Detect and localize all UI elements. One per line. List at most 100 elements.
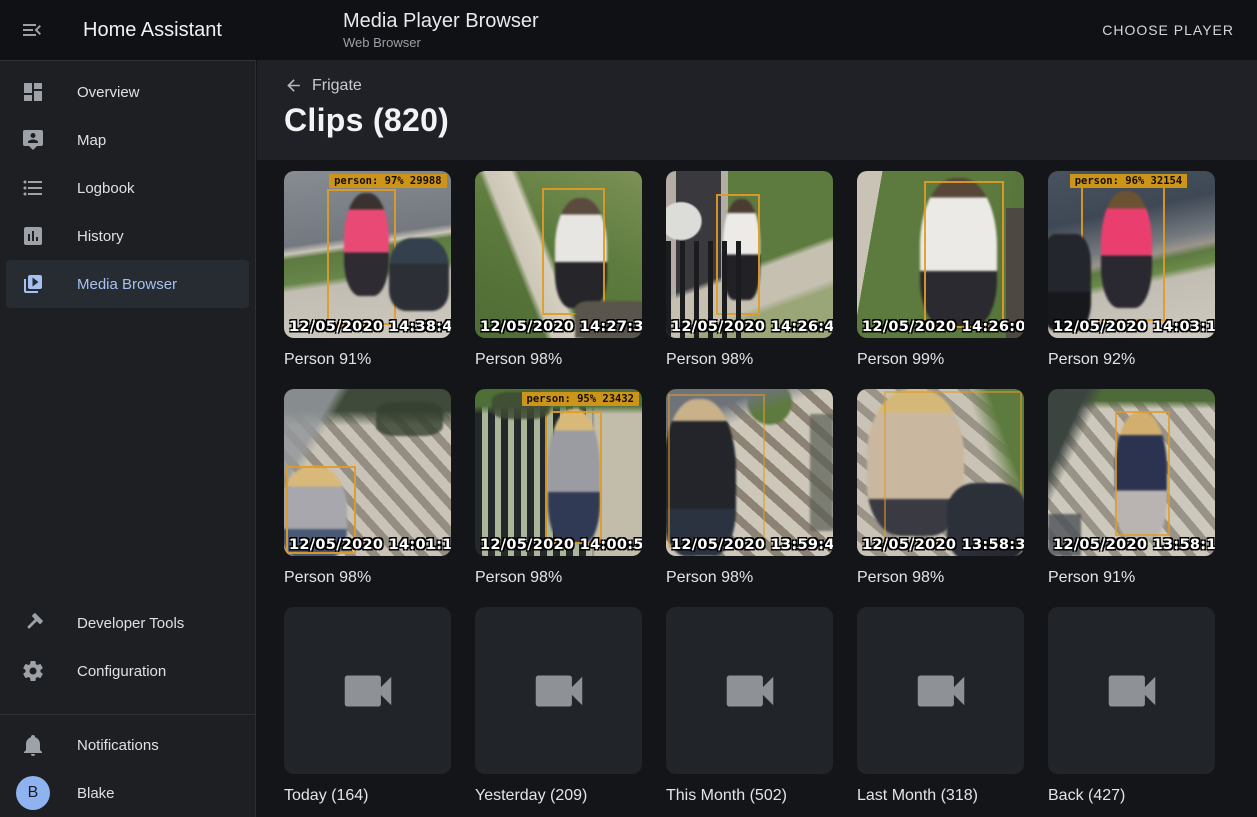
detection-box bbox=[1115, 411, 1170, 536]
avatar: B bbox=[16, 776, 50, 810]
content-header: Frigate Clips (820) bbox=[257, 60, 1257, 160]
section-title: Clips (820) bbox=[284, 102, 1257, 139]
clip-thumbnail[interactable]: 12/05/2020 13:58:17 bbox=[1048, 389, 1215, 556]
map-person-icon bbox=[21, 128, 45, 152]
timestamp-overlay: 12/05/2020 14:38:47 bbox=[289, 319, 451, 335]
folder-caption: This Month (502) bbox=[666, 787, 833, 805]
clip-thumbnail[interactable]: 12/05/2020 14:01:14 bbox=[284, 389, 451, 556]
clip-thumbnail[interactable]: person: 97% 29988 12/05/2020 14:38:47 bbox=[284, 171, 451, 338]
clip-card[interactable]: 12/05/2020 13:58:30 Person 98% bbox=[857, 389, 1024, 587]
clip-thumbnail[interactable]: person: 95% 23432 12/05/2020 14:00:52 bbox=[475, 389, 642, 556]
sidebar-item-label: Logbook bbox=[77, 180, 135, 197]
clip-caption: Person 98% bbox=[666, 351, 833, 369]
detection-label: person: 96% 32154 bbox=[1070, 174, 1187, 188]
clip-card[interactable]: person: 97% 29988 12/05/2020 14:38:47 Pe… bbox=[284, 171, 451, 369]
folder-card-this-month[interactable]: This Month (502) bbox=[666, 607, 833, 805]
app-bar-left: Home Assistant bbox=[0, 0, 256, 60]
profile-name: Blake bbox=[77, 785, 115, 802]
detection-box bbox=[924, 181, 1004, 328]
gear-icon bbox=[21, 659, 45, 683]
timestamp-overlay: 12/05/2020 14:03:17 bbox=[1053, 319, 1215, 335]
arrow-left-icon bbox=[284, 76, 303, 95]
folder-caption: Today (164) bbox=[284, 787, 451, 805]
folder-tile[interactable] bbox=[857, 607, 1024, 774]
timestamp-overlay: 12/05/2020 14:01:14 bbox=[289, 537, 451, 553]
detection-box bbox=[716, 194, 759, 314]
sidebar-toggle-icon[interactable] bbox=[20, 18, 44, 42]
clip-caption: Person 98% bbox=[475, 351, 642, 369]
detection-label: person: 95% 23432 bbox=[522, 392, 639, 406]
clip-thumbnail[interactable]: person: 96% 32154 12/05/2020 14:03:17 bbox=[1048, 171, 1215, 338]
sidebar-item-label: Media Browser bbox=[77, 276, 177, 293]
clip-card[interactable]: person: 95% 23432 12/05/2020 14:00:52 Pe… bbox=[475, 389, 642, 587]
timestamp-overlay: 12/05/2020 13:59:49 bbox=[671, 537, 833, 553]
sidebar-item-developer-tools[interactable]: Developer Tools bbox=[6, 599, 249, 647]
sidebar-item-notifications[interactable]: Notifications bbox=[6, 721, 249, 769]
folder-tile[interactable] bbox=[1048, 607, 1215, 774]
folder-card-yesterday[interactable]: Yesterday (209) bbox=[475, 607, 642, 805]
clip-thumbnail[interactable]: 12/05/2020 14:27:35 bbox=[475, 171, 642, 338]
folder-card-last-month[interactable]: Last Month (318) bbox=[857, 607, 1024, 805]
video-camera-icon bbox=[719, 660, 781, 722]
folder-card-today[interactable]: Today (164) bbox=[284, 607, 451, 805]
timestamp-overlay: 12/05/2020 14:26:48 bbox=[671, 319, 833, 335]
clip-card[interactable]: 12/05/2020 13:58:17 Person 91% bbox=[1048, 389, 1215, 587]
folder-tile[interactable] bbox=[284, 607, 451, 774]
folder-tile[interactable] bbox=[475, 607, 642, 774]
detection-box bbox=[1081, 186, 1165, 321]
media-grid: person: 97% 29988 12/05/2020 14:38:47 Pe… bbox=[284, 171, 1214, 805]
clip-card[interactable]: 12/05/2020 14:26:07 Person 99% bbox=[857, 171, 1024, 369]
folder-caption: Last Month (318) bbox=[857, 787, 1024, 805]
sidebar-item-label: Map bbox=[77, 132, 106, 149]
sidebar-item-media-browser[interactable]: Media Browser bbox=[6, 260, 249, 308]
hammer-icon bbox=[21, 611, 45, 635]
clip-thumbnail[interactable]: 12/05/2020 14:26:07 bbox=[857, 171, 1024, 338]
video-camera-icon bbox=[1101, 660, 1163, 722]
sidebar-item-label: Configuration bbox=[77, 663, 166, 680]
main-content: Frigate Clips (820) person: 97% 29988 12… bbox=[257, 60, 1257, 817]
sidebar-item-profile[interactable]: B Blake bbox=[6, 769, 249, 817]
clip-thumbnail[interactable]: 12/05/2020 14:26:48 bbox=[666, 171, 833, 338]
breadcrumb[interactable]: Frigate bbox=[284, 76, 362, 95]
timestamp-overlay: 12/05/2020 14:27:35 bbox=[480, 319, 642, 335]
clip-thumbnail[interactable]: 12/05/2020 13:58:30 bbox=[857, 389, 1024, 556]
sidebar-item-overview[interactable]: Overview bbox=[6, 68, 249, 116]
clip-card[interactable]: 12/05/2020 14:26:48 Person 98% bbox=[666, 171, 833, 369]
choose-player-button[interactable]: CHOOSE PLAYER bbox=[1094, 0, 1242, 60]
list-icon bbox=[21, 176, 45, 200]
sidebar-item-history[interactable]: History bbox=[6, 212, 249, 260]
page-title: Media Player Browser bbox=[343, 9, 539, 33]
sidebar-item-label: Notifications bbox=[77, 737, 159, 754]
clip-card[interactable]: 12/05/2020 13:59:49 Person 98% bbox=[666, 389, 833, 587]
sidebar: Overview Map Logbook History Media Brows… bbox=[0, 60, 256, 817]
app-title: Home Assistant bbox=[83, 19, 222, 42]
page-subtitle: Web Browser bbox=[343, 35, 539, 50]
detection-box bbox=[545, 411, 602, 545]
detection-label: person: 97% 29988 bbox=[329, 174, 446, 188]
chart-icon bbox=[21, 224, 45, 248]
clip-card[interactable]: person: 96% 32154 12/05/2020 14:03:17 Pe… bbox=[1048, 171, 1215, 369]
clip-caption: Person 98% bbox=[475, 569, 642, 587]
clip-caption: Person 98% bbox=[666, 569, 833, 587]
play-box-multiple-icon bbox=[21, 272, 45, 296]
sidebar-item-label: History bbox=[77, 228, 124, 245]
sidebar-item-logbook[interactable]: Logbook bbox=[6, 164, 249, 212]
bell-icon bbox=[21, 733, 45, 757]
clip-thumbnail[interactable]: 12/05/2020 13:59:49 bbox=[666, 389, 833, 556]
folder-caption: Back (427) bbox=[1048, 787, 1215, 805]
detection-box bbox=[542, 188, 605, 315]
detection-box bbox=[327, 189, 395, 324]
sidebar-item-map[interactable]: Map bbox=[6, 116, 249, 164]
folder-tile[interactable] bbox=[666, 607, 833, 774]
folder-card-back[interactable]: Back (427) bbox=[1048, 607, 1215, 805]
clip-caption: Person 91% bbox=[284, 351, 451, 369]
sidebar-item-configuration[interactable]: Configuration bbox=[6, 647, 249, 695]
page-header: Media Player Browser Web Browser bbox=[343, 9, 539, 50]
folder-caption: Yesterday (209) bbox=[475, 787, 642, 805]
clip-card[interactable]: 12/05/2020 14:27:35 Person 98% bbox=[475, 171, 642, 369]
clip-caption: Person 92% bbox=[1048, 351, 1215, 369]
detection-box bbox=[668, 394, 765, 548]
video-camera-icon bbox=[337, 660, 399, 722]
clip-card[interactable]: 12/05/2020 14:01:14 Person 98% bbox=[284, 389, 451, 587]
sidebar-item-label: Developer Tools bbox=[77, 615, 184, 632]
